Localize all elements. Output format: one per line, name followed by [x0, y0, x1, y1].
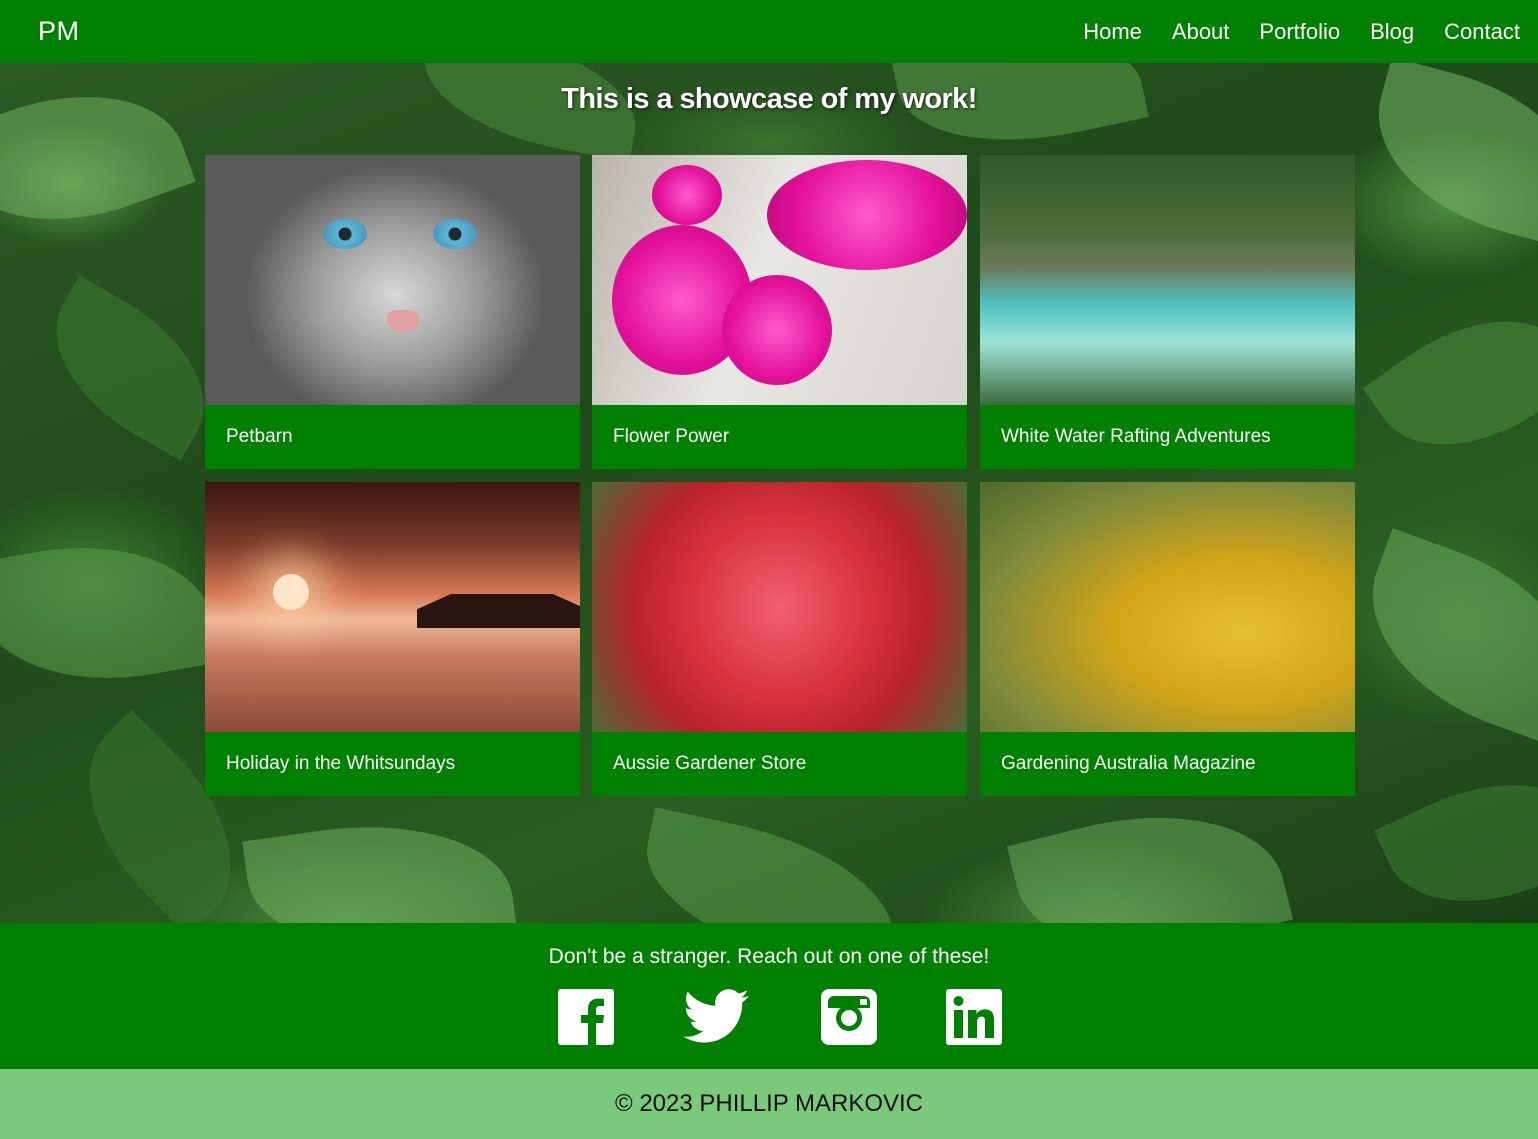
site-header: PM Home About Portfolio Blog Contact: [0, 0, 1538, 63]
sunset-photo: [205, 482, 580, 732]
nav-link-portfolio[interactable]: Portfolio: [1259, 19, 1340, 44]
nav-item-home: Home: [1083, 19, 1142, 45]
project-title: Aussie Gardener Store: [613, 753, 807, 774]
project-title: Petbarn: [226, 426, 293, 447]
project-card-flower-power[interactable]: Flower Power: [592, 155, 967, 469]
copyright-text: © 2023 PHILLIP MARKOVIC: [614, 1090, 924, 1117]
nav-link-home[interactable]: Home: [1083, 19, 1142, 44]
nav-link-contact[interactable]: Contact: [1444, 19, 1520, 44]
facebook-icon[interactable]: [558, 989, 614, 1045]
kangaroo-paw-photo: [980, 482, 1355, 732]
footer-message: Don't be a stranger. Reach out on one of…: [548, 945, 990, 968]
cat-eye-right: [433, 219, 477, 249]
project-title: Flower Power: [613, 426, 730, 447]
bougainvillea-photo: [592, 155, 967, 405]
project-title: White Water Rafting Adventures: [1001, 426, 1271, 447]
cat-photo: [205, 155, 580, 405]
nav-item-portfolio: Portfolio: [1259, 19, 1340, 45]
copyright-bar: © 2023 PHILLIP MARKOVIC: [0, 1069, 1538, 1139]
nav-link-blog[interactable]: Blog: [1370, 19, 1414, 44]
brand-logo[interactable]: PM: [38, 16, 80, 47]
instagram-icon[interactable]: [821, 989, 877, 1045]
project-card-whitsundays[interactable]: Holiday in the Whitsundays: [205, 482, 580, 796]
nav-item-blog: Blog: [1370, 19, 1414, 45]
river-photo: [980, 155, 1355, 405]
sun: [273, 574, 309, 610]
project-card-gardening-australia[interactable]: Gardening Australia Magazine: [980, 482, 1355, 796]
linkedin-icon[interactable]: [946, 989, 1002, 1045]
main-nav: Home About Portfolio Blog Contact: [1083, 19, 1520, 45]
project-card-rafting[interactable]: White Water Rafting Adventures: [980, 155, 1355, 469]
cat-nose: [387, 310, 419, 332]
page-title: This is a showcase of my work!: [561, 83, 977, 115]
nav-link-about[interactable]: About: [1172, 19, 1230, 44]
project-title: Gardening Australia Magazine: [1001, 753, 1256, 774]
nav-item-about: About: [1172, 19, 1230, 45]
jetty: [417, 594, 580, 628]
social-links: [0, 989, 1538, 1045]
cat-eye-left: [323, 219, 367, 249]
project-title: Holiday in the Whitsundays: [226, 753, 456, 774]
project-card-petbarn[interactable]: Petbarn: [205, 155, 580, 469]
portfolio-section: This is a showcase of my work! Petbarn F…: [0, 63, 1538, 923]
nav-item-contact: Contact: [1444, 19, 1520, 45]
grevillea-photo: [592, 482, 967, 732]
site-footer: Don't be a stranger. Reach out on one of…: [0, 923, 1538, 1069]
twitter-icon[interactable]: [683, 989, 751, 1045]
project-card-aussie-gardener[interactable]: Aussie Gardener Store: [592, 482, 967, 796]
